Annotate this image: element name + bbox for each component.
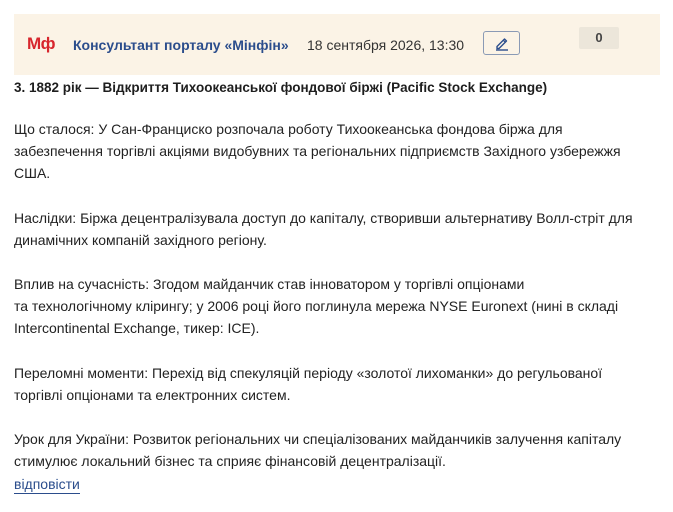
- paragraph-line: Урок для України: Розвиток регіональних …: [14, 431, 622, 447]
- paragraph-lesson-ukraine: Урок для України: Розвиток регіональних …: [14, 428, 660, 472]
- paragraph-line: забезпечення торгівлі акціями видобувних…: [14, 143, 621, 159]
- paragraph-line: США.: [14, 165, 51, 181]
- pencil-icon: [496, 38, 508, 51]
- paragraph-turning-points: Переломні моменти: Перехід від спекуляці…: [14, 362, 660, 406]
- edit-button[interactable]: [483, 31, 520, 55]
- post-title: 3. 1882 рік — Відкриття Тихоокеанської ф…: [14, 80, 548, 95]
- forum-post: Мф Консультант порталу «Мінфін» 18 сентя…: [0, 0, 673, 512]
- paragraph-line: Вплив на сучасність: Згодом майданчик ст…: [14, 276, 525, 292]
- reply-link[interactable]: відповісти: [14, 476, 80, 494]
- paragraph-line: Наслідки: Біржа децентралізувала доступ …: [14, 210, 633, 226]
- minfin-logo[interactable]: Мф: [27, 34, 56, 54]
- paragraph-consequences: Наслідки: Біржа децентралізувала доступ …: [14, 207, 660, 251]
- counter-badge: 0: [579, 27, 619, 49]
- paragraph-line: та технологічному клірингу; у 2006 році …: [14, 298, 619, 314]
- author-name[interactable]: Консультант порталу «Мінфін»: [73, 36, 289, 54]
- post-date: 18 сентября 2026, 13:30: [307, 37, 465, 53]
- paragraph-line: стимулює локальний бізнес та сприяє фіна…: [14, 453, 446, 469]
- paragraph-line: торгівлі опціонами та електронних систем…: [14, 387, 291, 403]
- paragraph-line: Переломні моменти: Перехід від спекуляці…: [14, 365, 603, 381]
- post-header: Мф Консультант порталу «Мінфін» 18 сентя…: [14, 14, 660, 75]
- paragraph-line: Intercontinental Exchange, тикер: ICE).: [14, 320, 260, 336]
- paragraph-modern-impact: Вплив на сучасність: Згодом майданчик ст…: [14, 273, 660, 339]
- paragraph-line: Що сталося: У Сан-Франциско розпочала ро…: [14, 121, 563, 137]
- paragraph-line: динамічних компаній західного регіону.: [14, 232, 267, 248]
- paragraph-what-happened: Що сталося: У Сан-Франциско розпочала ро…: [14, 118, 660, 184]
